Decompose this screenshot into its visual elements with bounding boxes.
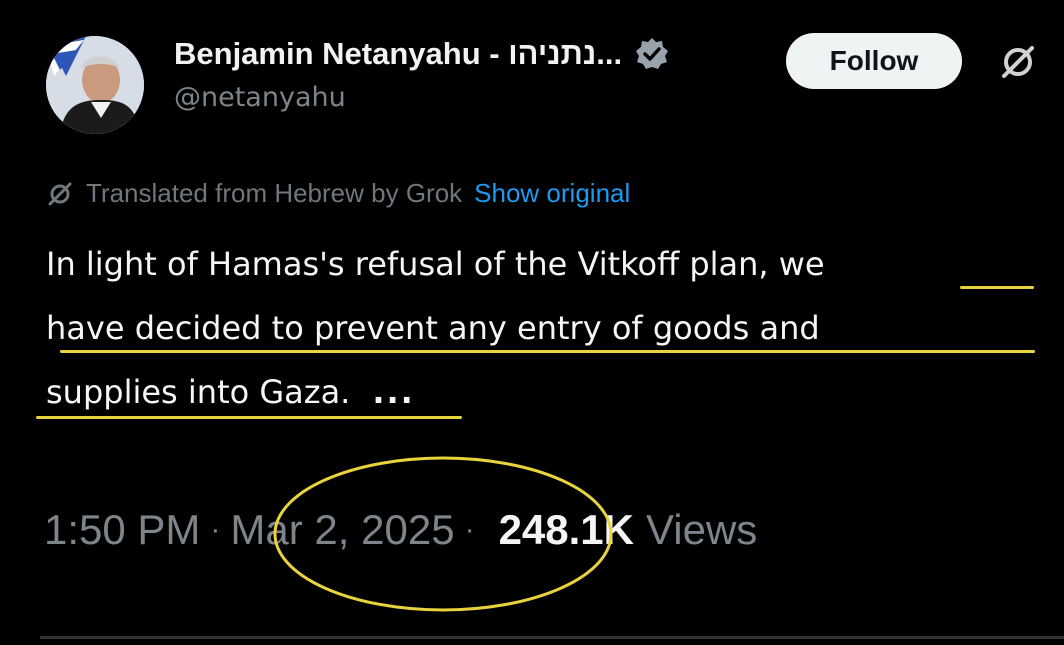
show-more-ellipsis[interactable]: ... — [372, 373, 414, 411]
author-name[interactable]: Benjamin Netanyahu - נתניהו... — [174, 36, 622, 72]
views-label: Views — [646, 506, 758, 553]
highlight-underline — [36, 416, 462, 419]
follow-button[interactable]: Follow — [786, 33, 962, 89]
meta-separator: · — [210, 513, 221, 546]
date-highlight-circle — [273, 456, 613, 612]
tweet-header: Benjamin Netanyahu - נתניהו... @netanyah… — [46, 24, 1036, 134]
avatar-image — [46, 36, 144, 134]
grok-translate-icon — [48, 182, 72, 205]
translation-label: Translated from Hebrew by Grok — [86, 178, 463, 208]
divider — [40, 636, 1064, 639]
tweet-body: In light of Hamas's refusal of the Vitko… — [46, 232, 1036, 424]
tweet-line-text: supplies into Gaza. — [46, 373, 351, 411]
author-info: Benjamin Netanyahu - נתניהו... @netanyah… — [174, 30, 774, 113]
translation-notice: Translated from Hebrew by Grok Show orig… — [46, 178, 630, 209]
show-original-link[interactable]: Show original — [474, 178, 630, 209]
grok-icon[interactable] — [998, 42, 1038, 82]
avatar[interactable] — [46, 36, 144, 134]
tweet-line: In light of Hamas's refusal of the Vitko… — [46, 245, 825, 283]
highlight-underline — [960, 286, 1034, 289]
author-handle[interactable]: @netanyahu — [174, 82, 774, 113]
highlight-underline — [60, 350, 1035, 353]
tweet-time[interactable]: 1:50 PM — [44, 506, 200, 554]
verified-badge-icon — [634, 36, 670, 72]
tweet-line: supplies into Gaza.... — [46, 360, 1036, 424]
